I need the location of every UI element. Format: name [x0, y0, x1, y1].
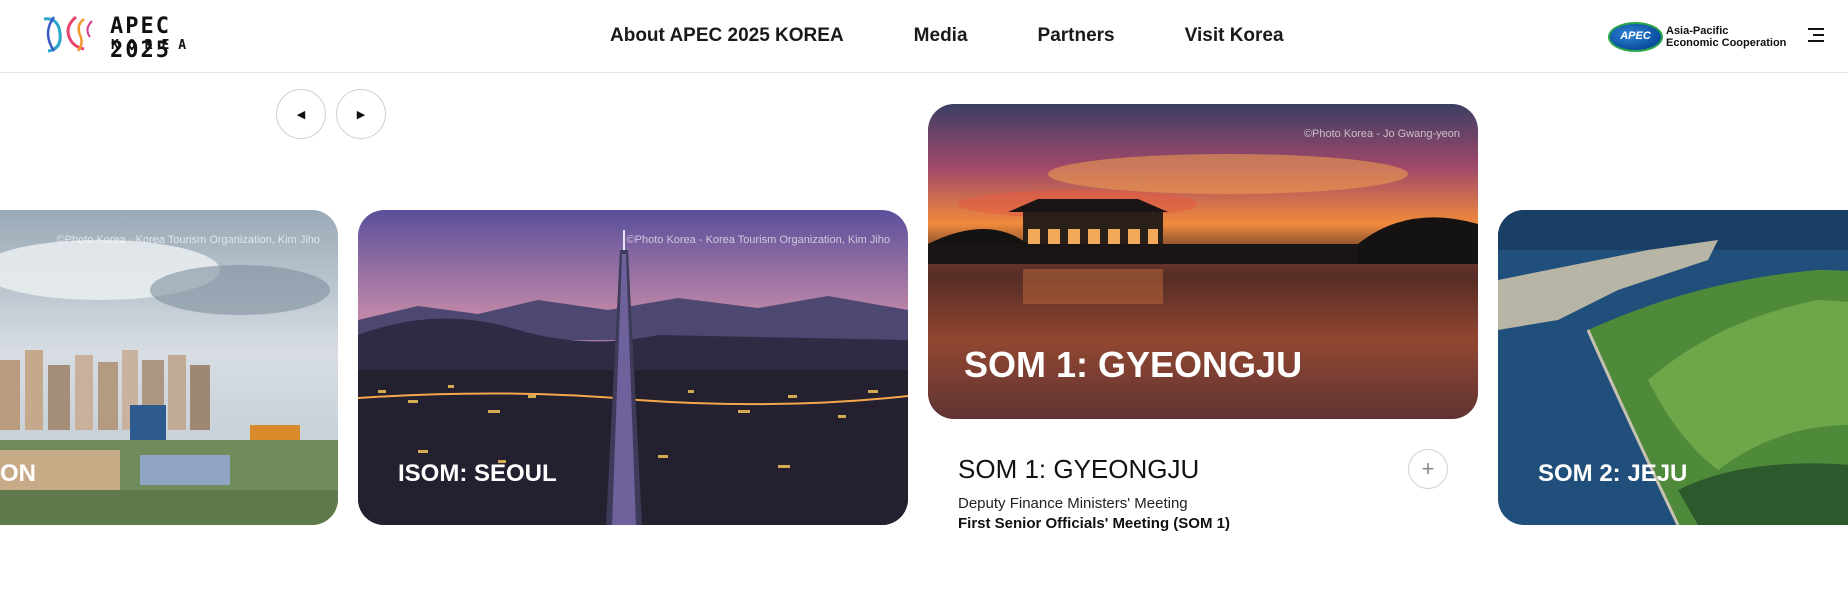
expand-plus-button[interactable]: +	[1408, 449, 1448, 489]
caret-right-icon: ▶	[356, 108, 366, 121]
card-title: SOM 1: GYEONGJU	[964, 344, 1303, 385]
active-card-detail: SOM 1: GYEONGJU Deputy Finance Ministers…	[958, 452, 1448, 534]
carousel-card-jeju[interactable]: SOM 2: JEJU	[1498, 210, 1848, 525]
card-title: ON	[0, 460, 36, 487]
photo-credit: ©Photo Korea - Jo Gwang-yeon	[1303, 128, 1460, 140]
apec-2025-logo[interactable]: APEC 2025 KOREA	[40, 13, 230, 63]
detail-meeting-2: First Senior Officials' Meeting (SOM 1)	[958, 515, 1230, 532]
plus-icon: +	[1421, 456, 1435, 481]
apec-org-name: Asia-Pacific Economic Cooperation	[1666, 25, 1787, 49]
apec-oval-icon: APEC	[1608, 22, 1663, 52]
carousel-card-songdo[interactable]: ©Photo Korea - Korea Tourism Organizatio…	[0, 210, 338, 525]
nav-partners[interactable]: Partners	[1038, 22, 1115, 50]
card-title: SOM 2: JEJU	[1538, 460, 1688, 487]
city-skyline-photo	[0, 210, 338, 525]
carousel-next-button[interactable]: ▶	[336, 89, 386, 139]
photo-credit: ©Photo Korea - Korea Tourism Organizatio…	[626, 234, 890, 246]
apec-org-logo[interactable]: APEC Asia-Pacific Economic Cooperation	[1608, 21, 1786, 53]
hamburger-menu-icon[interactable]	[1808, 28, 1824, 44]
carousel-prev-button[interactable]: ◀	[276, 89, 326, 139]
nav-about[interactable]: About APEC 2025 KOREA	[610, 22, 844, 50]
detail-meeting-1: Deputy Finance Ministers' Meeting	[958, 495, 1188, 512]
site-header: APEC 2025 KOREA About APEC 2025 KOREA Me…	[0, 0, 1848, 73]
card-title: ISOM: SEOUL	[398, 460, 557, 487]
apec-emblem-icon	[43, 15, 93, 53]
main-nav: About APEC 2025 KOREA Media Partners Vis…	[610, 22, 1354, 50]
detail-title: SOM 1: GYEONGJU	[958, 454, 1200, 484]
carousel-card-seoul[interactable]: ©Photo Korea - Korea Tourism Organizatio…	[358, 210, 908, 525]
nav-visit-korea[interactable]: Visit Korea	[1185, 22, 1284, 50]
carousel-card-gyeongju[interactable]: ©Photo Korea - Jo Gwang-yeon SOM 1: GYEO…	[928, 104, 1478, 419]
photo-credit: ©Photo Korea - Korea Tourism Organizatio…	[56, 234, 320, 246]
caret-left-icon: ◀	[296, 108, 306, 121]
logo-subtitle: KOREA	[111, 38, 196, 53]
nav-media[interactable]: Media	[914, 22, 968, 50]
